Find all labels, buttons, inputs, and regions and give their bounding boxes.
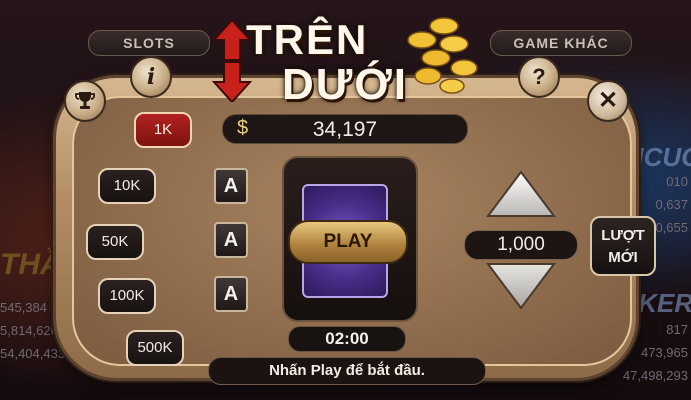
card-history-slot: A — [214, 222, 248, 258]
new-round-label-line2: MỚI — [608, 249, 638, 266]
bg-number: 54,404,433 — [0, 346, 66, 361]
trophy-icon — [75, 92, 95, 109]
logo-title-line2: DƯỚI — [282, 60, 409, 109]
bg-number: 47,498,293 — [622, 368, 688, 383]
play-button[interactable]: PLAY — [288, 220, 408, 264]
help-button[interactable]: ? — [518, 56, 560, 98]
status-hint: Nhấn Play để bắt đầu. — [208, 357, 486, 385]
card-history-slot: A — [214, 168, 248, 204]
balance-display: $ 34,197 — [222, 114, 468, 144]
card-history-slot: A — [214, 276, 248, 312]
bet-chip-1k[interactable]: 1K — [134, 112, 192, 148]
bet-amount-display: 1,000 — [464, 230, 578, 260]
tab-slots[interactable]: SLOTS — [88, 30, 210, 56]
new-round-button[interactable]: LƯỢT MỚI — [590, 216, 656, 276]
game-logo: TRÊN DƯỚI — [212, 16, 492, 112]
bet-chip-10k[interactable]: 10K — [98, 168, 156, 204]
arrow-up-icon[interactable] — [486, 170, 556, 220]
info-icon: i — [146, 64, 156, 90]
info-button[interactable]: i — [130, 56, 172, 98]
close-button[interactable]: ✕ — [587, 80, 629, 122]
bet-chip-100k[interactable]: 100K — [98, 278, 156, 314]
help-icon: ? — [532, 64, 546, 89]
bet-chip-500k[interactable]: 500K — [126, 330, 184, 366]
leaderboard-button[interactable] — [64, 80, 106, 122]
arrow-down-icon[interactable] — [486, 260, 556, 310]
balance-amount: 34,197 — [312, 118, 378, 141]
gold-coins-icon — [407, 17, 478, 94]
new-round-label-line1: LƯỢT — [601, 227, 645, 244]
bet-chip-50k[interactable]: 50K — [86, 224, 144, 260]
tab-other-games[interactable]: GAME KHÁC — [490, 30, 632, 56]
logo-title-line1: TRÊN — [246, 16, 369, 63]
close-icon: ✕ — [597, 87, 619, 114]
countdown-timer: 02:00 — [288, 326, 406, 352]
